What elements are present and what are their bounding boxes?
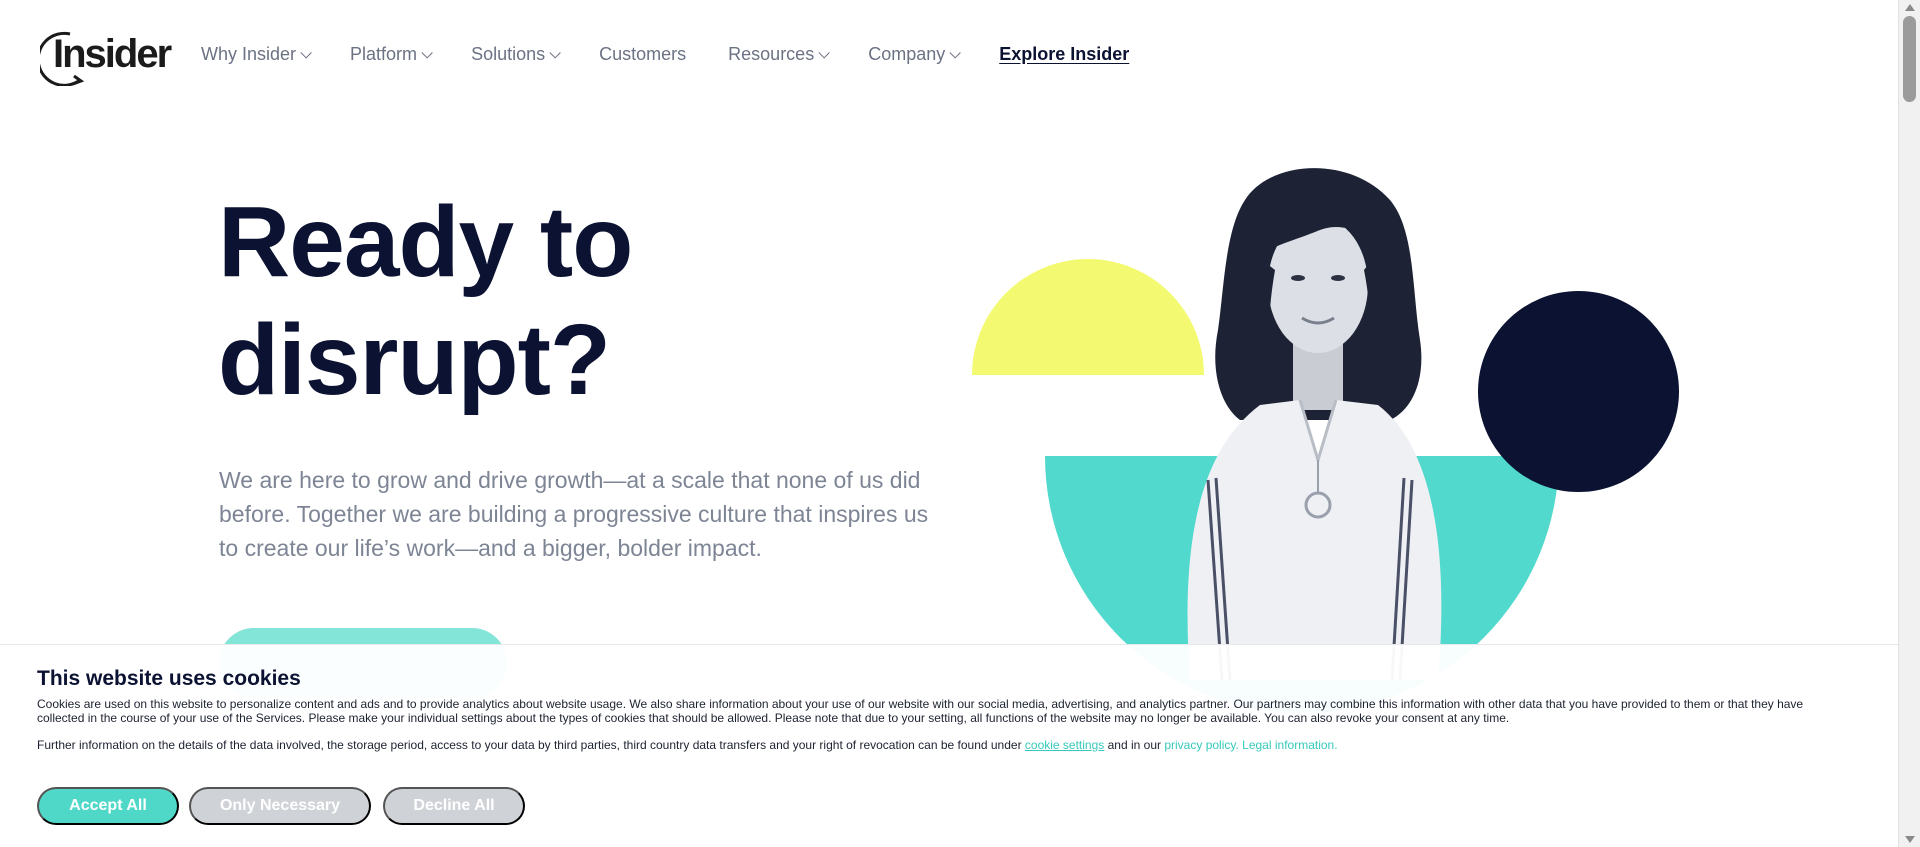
cookie-further-info-text: Further information on the details of th… [37,738,1025,752]
brand-name: Insider [53,32,172,76]
cookie-banner: This website uses cookies Cookies are us… [0,644,1898,847]
explore-insider-link[interactable]: Explore Insider [999,44,1129,65]
chevron-down-icon [421,46,433,59]
decline-all-button[interactable]: Decline All [383,787,525,825]
chevron-down-icon [549,46,561,59]
nav-item-label: Company [868,44,946,64]
cookie-description: Cookies are used on this website to pers… [37,697,1804,725]
nav-item-platform[interactable]: Platform [350,44,433,65]
scrollbar-thumb[interactable] [1903,16,1916,102]
only-necessary-button[interactable]: Only Necessary [189,787,371,825]
hero-title-line-2: disrupt? [218,304,611,416]
nav-item-label: Customers [599,44,687,64]
hero-title-line-1: Ready to [218,186,633,298]
nav-item-label: Solutions [471,44,546,64]
insider-logo-icon[interactable]: Insider [36,26,172,87]
chevron-down-icon [300,46,312,59]
chevron-down-icon [818,46,830,59]
legal-information-link[interactable]: Legal information. [1242,738,1337,752]
cookie-further-info: Further information on the details of th… [37,738,1845,752]
nav-item-label: Platform [350,44,418,64]
chevron-down-icon [949,46,962,59]
cookie-banner-title: This website uses cookies [37,667,301,690]
privacy-policy-link[interactable]: privacy policy. [1164,738,1238,752]
nav-item-why-insider[interactable]: Why Insider [201,44,312,65]
nav-item-label: Why Insider [201,44,297,64]
top-navigation: Insider Why Insider Platform Solutions C… [0,0,1898,112]
main-menu: Why Insider Platform Solutions Customers… [201,44,1171,65]
nav-item-company[interactable]: Company [868,44,962,65]
accept-all-button[interactable]: Accept All [37,787,179,825]
nav-item-customers[interactable]: Customers [599,44,686,65]
person-photo [1187,168,1442,680]
hero-title: Ready to disrupt? [218,183,633,419]
hero-subtitle: We are here to grow and drive growth—at … [219,467,929,561]
vertical-scrollbar[interactable] [1898,0,1920,847]
nav-item-label: Resources [728,44,815,64]
cookie-further-info-middle: and in our [1104,738,1165,752]
nav-item-solutions[interactable]: Solutions [471,44,561,65]
scroll-up-arrow-icon[interactable] [1905,4,1915,11]
navy-circle-shape [1478,291,1679,492]
cookie-settings-link[interactable]: cookie settings [1025,738,1104,752]
nav-item-resources[interactable]: Resources [728,44,830,65]
scroll-down-arrow-icon[interactable] [1905,836,1915,843]
